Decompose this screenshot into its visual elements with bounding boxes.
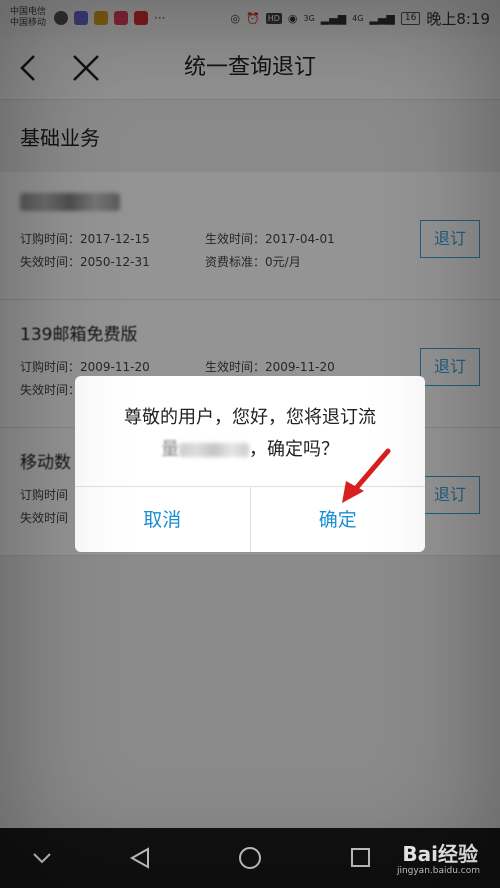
message-suffix: ，确定吗？ bbox=[249, 439, 339, 460]
message-prefix: 量 bbox=[161, 439, 179, 460]
baidu-jingyan-watermark: Bai经验 bbox=[402, 842, 478, 866]
watermark-url: jingyan.baidu.com bbox=[396, 866, 480, 876]
back-triangle-icon[interactable] bbox=[126, 846, 154, 870]
cancel-button[interactable]: 取消 bbox=[75, 487, 250, 552]
recent-apps-icon[interactable] bbox=[346, 846, 374, 870]
annotation-arrow-icon bbox=[342, 448, 391, 503]
dialog-message-line1: 尊敬的用户，您好，您将退订流 bbox=[124, 407, 376, 428]
confirm-button[interactable]: 确定 bbox=[249, 487, 426, 552]
chevron-down-icon[interactable] bbox=[28, 846, 56, 870]
system-nav-bar: Bai经验 jingyan.baidu.com bbox=[0, 828, 500, 888]
blurred-text bbox=[179, 443, 249, 457]
home-circle-icon[interactable] bbox=[236, 846, 264, 870]
